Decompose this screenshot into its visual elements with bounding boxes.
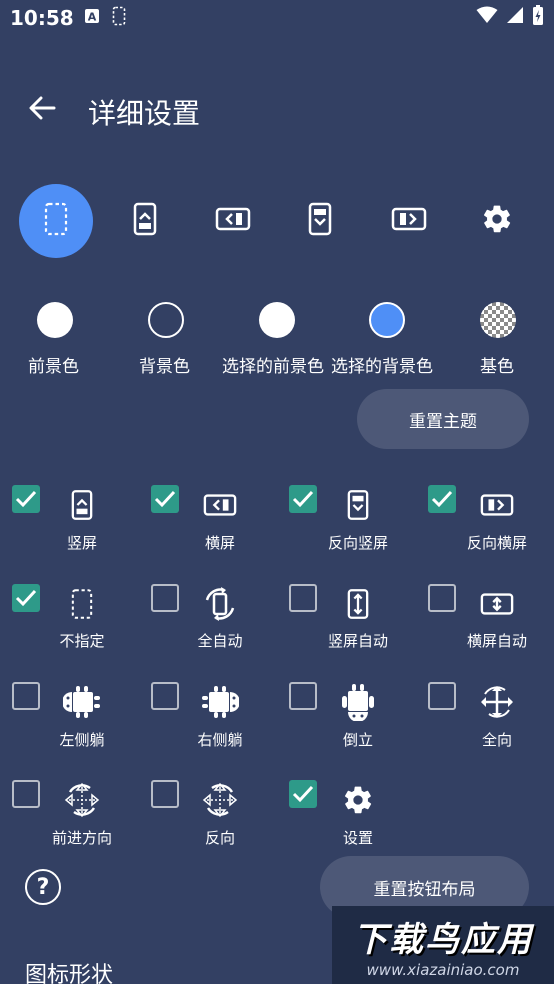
android-upside-down-icon: [338, 682, 378, 722]
back-button[interactable]: [22, 90, 62, 130]
checkbox-all-directions[interactable]: [428, 682, 456, 710]
color-swatch-selected-foreground[interactable]: [259, 302, 295, 338]
option-label-landscape: 横屏: [204, 534, 236, 552]
all-directions-icon: [477, 682, 517, 722]
checkbox-lie-left[interactable]: [12, 682, 40, 710]
battery-charging-icon: [532, 4, 544, 30]
tab-landscape[interactable]: [196, 184, 270, 258]
option-label-all-directions: 全向: [481, 731, 513, 749]
checkbox-settings[interactable]: [289, 780, 317, 808]
tab-unspecified[interactable]: [19, 184, 93, 258]
option-label-lie-left: 左侧躺: [59, 731, 105, 749]
checkbox-upside-down[interactable]: [289, 682, 317, 710]
option-label-reverse-landscape: 反向横屏: [466, 534, 528, 552]
checkbox-reverse-direction[interactable]: [151, 780, 179, 808]
forward-direction-icon: [62, 780, 102, 820]
status-time: 10:58: [10, 6, 74, 30]
portrait-phone-icon: [133, 202, 157, 240]
color-label-base: 基色: [480, 357, 514, 377]
mode-tab-row: [0, 184, 554, 258]
landscape-phone-icon: [200, 485, 240, 525]
help-button[interactable]: ?: [25, 869, 61, 905]
option-label-settings: 设置: [342, 829, 374, 847]
question-mark-icon: ?: [36, 874, 50, 900]
tab-portrait[interactable]: [108, 184, 182, 258]
watermark: 下载鸟应用 www.xiazainiao.com: [332, 906, 554, 984]
reverse-landscape-icon: [477, 485, 517, 525]
option-label-unspecified: 不指定: [59, 632, 105, 650]
dashed-phone-icon: [44, 202, 68, 240]
color-swatch-foreground[interactable]: [37, 302, 73, 338]
tab-reverse-landscape[interactable]: [372, 184, 446, 258]
dashed-phone-icon: [112, 6, 126, 30]
option-label-portrait-auto: 竖屏自动: [327, 632, 389, 650]
color-label-background: 背景色: [139, 357, 190, 377]
wifi-icon: [476, 6, 498, 28]
checkbox-forward-direction[interactable]: [12, 780, 40, 808]
checkbox-portrait[interactable]: [12, 485, 40, 513]
color-swatch-background[interactable]: [148, 302, 184, 338]
option-label-landscape-auto: 横屏自动: [466, 632, 528, 650]
gear-icon: [481, 203, 513, 239]
reverse-landscape-icon: [391, 207, 427, 235]
color-label-foreground: 前景色: [28, 357, 79, 377]
auto-rotate-icon: [200, 584, 240, 624]
font-a-icon: A: [84, 8, 100, 28]
svg-text:A: A: [88, 11, 97, 24]
color-label-selected-background: 选择的背景色: [331, 357, 433, 377]
color-swatch-selected-background[interactable]: [369, 302, 405, 338]
status-right-icons: [476, 4, 544, 30]
option-label-forward-direction: 前进方向: [51, 829, 113, 847]
checkbox-reverse-portrait[interactable]: [289, 485, 317, 513]
reverse-portrait-icon: [338, 485, 378, 525]
status-left-icons: A: [84, 6, 126, 30]
section-title-icon-shape: 图标形状: [25, 963, 114, 984]
color-label-selected-foreground: 选择的前景色: [222, 357, 324, 377]
option-label-reverse-portrait: 反向竖屏: [327, 534, 389, 552]
reverse-portrait-icon: [308, 202, 332, 240]
gear-icon: [338, 780, 378, 820]
android-right-icon: [200, 682, 240, 722]
checkbox-landscape[interactable]: [151, 485, 179, 513]
option-label-lie-right: 右侧躺: [197, 731, 243, 749]
arrow-left-icon: [28, 96, 56, 124]
landscape-auto-icon: [477, 584, 517, 624]
watermark-sub: www.xiazainiao.com: [366, 960, 520, 979]
portrait-phone-icon: [62, 485, 102, 525]
tab-reverse-portrait[interactable]: [283, 184, 357, 258]
checkbox-reverse-landscape[interactable]: [428, 485, 456, 513]
color-swatch-base[interactable]: [480, 302, 516, 338]
android-left-icon: [62, 682, 102, 722]
option-label-auto-rotate: 全自动: [197, 632, 243, 650]
reverse-direction-icon: [200, 780, 240, 820]
signal-icon: [506, 6, 524, 28]
landscape-phone-icon: [215, 207, 251, 235]
checkbox-auto-rotate[interactable]: [151, 584, 179, 612]
page-title: 详细设置: [88, 97, 201, 130]
checkbox-portrait-auto[interactable]: [289, 584, 317, 612]
checkbox-landscape-auto[interactable]: [428, 584, 456, 612]
option-label-reverse-direction: 反向: [204, 829, 236, 847]
watermark-main: 下载鸟应用: [353, 919, 533, 960]
dashed-phone-icon: [62, 584, 102, 624]
checkbox-lie-right[interactable]: [151, 682, 179, 710]
checkbox-unspecified[interactable]: [12, 584, 40, 612]
tab-settings[interactable]: [460, 184, 534, 258]
option-label-upside-down: 倒立: [342, 731, 374, 749]
reset-theme-button[interactable]: 重置主题: [357, 389, 529, 449]
option-label-portrait: 竖屏: [66, 534, 98, 552]
portrait-auto-icon: [338, 584, 378, 624]
